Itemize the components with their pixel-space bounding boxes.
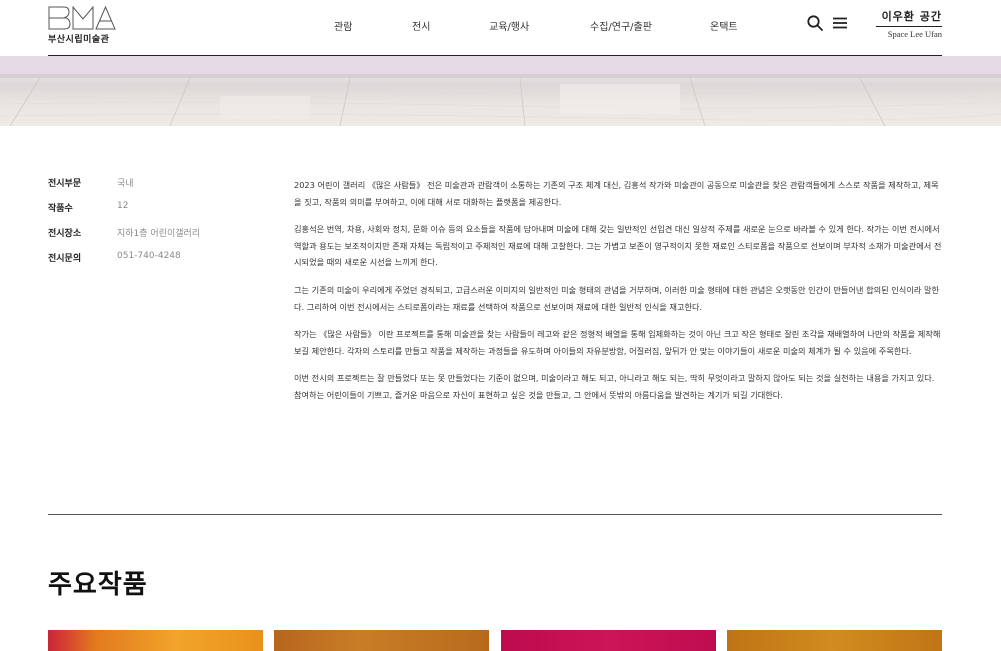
info-row-category: 전시부문 국내: [48, 176, 278, 201]
site-header: 부산시립미술관 관람 전시 교육/행사 수집/연구/출판 온택트 이우환 공간 …: [0, 0, 1001, 56]
artwork-thumbnail[interactable]: [727, 630, 942, 651]
nav-item-exhibition[interactable]: 전시: [412, 18, 430, 33]
info-row-contact: 전시문의 051-740-4248: [48, 251, 278, 276]
info-label: 전시장소: [48, 229, 82, 239]
hero-image: [0, 56, 1001, 126]
space-link-korean: 이우환 공간: [881, 10, 942, 23]
nav-item-visit[interactable]: 관람: [334, 18, 352, 33]
description-paragraph: 김홍석은 번역, 차용, 사회와 정치, 문화 이슈 등의 요소들을 작품에 담…: [294, 224, 942, 268]
featured-works-title: 주요작품: [48, 570, 148, 600]
search-icon[interactable]: [806, 14, 824, 32]
info-label: 작품수: [48, 204, 73, 214]
info-row-venue: 전시장소 지하1층 어린이갤러리: [48, 226, 278, 251]
info-label: 전시부문: [48, 179, 82, 189]
section-divider: [48, 514, 942, 515]
nav-item-ontact[interactable]: 온택트: [710, 18, 738, 33]
info-value: 지하1층 어린이갤러리: [117, 229, 201, 239]
description-paragraph: 2023 어린이 갤러리 《많은 사람들》 전은 미술관과 관람객이 소통하는 …: [294, 180, 939, 207]
artwork-thumbnail[interactable]: [274, 630, 489, 651]
info-row-artwork-count: 작품수 12: [48, 201, 278, 226]
hero-floor-texture: [0, 56, 1001, 126]
exhibition-description: 2023 어린이 갤러리 《많은 사람들》 전은 미술관과 관람객이 소통하는 …: [294, 177, 944, 415]
info-label: 전시문의: [48, 254, 82, 264]
description-paragraph: 그는 기존의 미술이 우리에게 주었던 경직되고, 고급스러운 이미지의 일반적…: [294, 284, 940, 312]
space-lee-ufan-link[interactable]: 이우환 공간 Space Lee Ufan: [876, 8, 942, 40]
bma-logo-mark-icon: [48, 6, 116, 30]
info-value: 051-740-4248: [117, 251, 181, 261]
exhibition-info-list: 전시부문 국내 작품수 12 전시장소 지하1층 어린이갤러리 전시문의 051…: [48, 176, 278, 276]
nav-item-collection-research[interactable]: 수집/연구/출판: [590, 18, 652, 33]
hamburger-menu-icon[interactable]: [831, 14, 849, 32]
nav-item-education-events[interactable]: 교육/행사: [489, 18, 529, 33]
description-paragraph: 이번 전시의 프로젝트는 잘 만들었다 또는 못 만들었다는 기준이 없으며, …: [294, 373, 935, 400]
museum-logo[interactable]: 부산시립미술관: [48, 6, 128, 45]
artwork-thumbnail[interactable]: [501, 630, 716, 651]
artwork-thumbnail[interactable]: [48, 630, 263, 651]
info-value: 국내: [117, 179, 134, 189]
space-link-english: Space Lee Ufan: [887, 29, 942, 39]
logo-text: 부산시립미술관: [48, 35, 110, 45]
space-link-divider: [876, 26, 942, 27]
description-paragraph: 작가는 《많은 사람들》 이란 프로젝트를 통해 미술관을 찾는 사람들이 레고…: [294, 329, 941, 356]
info-value: 12: [117, 201, 129, 211]
